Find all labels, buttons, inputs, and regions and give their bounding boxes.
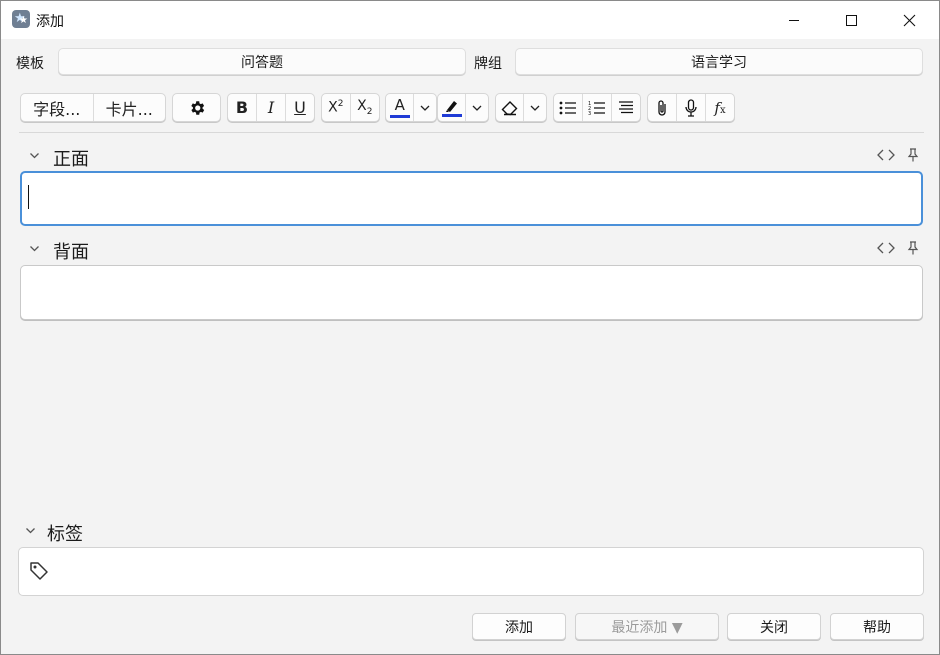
paperclip-icon (658, 99, 666, 116)
eraser-icon (501, 100, 518, 115)
numbered-list-icon: 1 2 3 (588, 101, 605, 115)
svg-text:3: 3 (588, 111, 591, 115)
fields-cards-group: 字段... 卡片... (20, 93, 166, 122)
underline-icon: U (294, 98, 306, 117)
chevron-down-icon[interactable] (29, 243, 40, 254)
history-button[interactable]: 最近添加 ▼ (575, 613, 719, 640)
math-button[interactable]: fx (706, 94, 734, 121)
add-button[interactable]: 添加 (472, 613, 566, 640)
superscript-button[interactable]: X2 (322, 94, 351, 121)
highlight-dropdown[interactable] (466, 94, 488, 121)
script-group: X2 X2 (321, 93, 380, 122)
attach-button[interactable] (648, 94, 677, 121)
maximize-icon (845, 14, 857, 26)
deck-label: 牌组 (474, 56, 502, 72)
function-icon: fx (714, 98, 726, 117)
text-color-button[interactable]: A (386, 94, 415, 121)
html-editor-icon[interactable] (877, 148, 895, 162)
text-caret (28, 185, 29, 209)
bullet-list-icon (559, 101, 576, 114)
text-color-group: A (385, 93, 437, 122)
remove-formatting-button[interactable] (496, 94, 525, 121)
highlight-color-swatch (441, 113, 462, 117)
tags-header[interactable]: 标签 (19, 519, 219, 545)
field-name-front: 正面 (53, 149, 89, 170)
settings-group (172, 93, 221, 122)
chevron-down-icon (420, 105, 430, 111)
italic-button[interactable]: I (257, 94, 286, 121)
notetype-selector[interactable]: 问答题 (58, 48, 466, 75)
list-group: 1 2 3 (553, 93, 641, 122)
text-style-group: B I U (227, 93, 315, 122)
window-title: 添加 (36, 14, 64, 30)
toolbar-separator (19, 132, 924, 133)
microphone-icon (685, 98, 697, 117)
text-color-dropdown[interactable] (414, 94, 436, 121)
chevron-down-icon (530, 105, 540, 111)
bold-button[interactable]: B (228, 94, 257, 121)
tags-label: 标签 (47, 524, 83, 545)
options-button[interactable] (173, 94, 220, 121)
close-window-button[interactable] (886, 1, 932, 39)
close-icon (903, 14, 915, 26)
title-bar[interactable]: ★ ★ 添加 (1, 1, 939, 39)
field-editor-back[interactable] (20, 265, 923, 320)
text-color-swatch (389, 114, 410, 118)
underline-button[interactable]: U (286, 94, 314, 121)
anki-app-icon: ★ ★ (12, 10, 30, 28)
media-group: fx (647, 93, 735, 122)
fields-button[interactable]: 字段... (21, 94, 94, 121)
highlighter-icon (445, 100, 457, 112)
chevron-down-icon[interactable] (25, 525, 36, 536)
italic-icon: I (267, 98, 275, 117)
chevron-down-icon (472, 105, 482, 111)
field-editor-front[interactable] (20, 171, 923, 226)
html-editor-icon[interactable] (877, 241, 895, 255)
field-name-back: 背面 (53, 242, 89, 263)
subscript-button[interactable]: X2 (351, 94, 379, 121)
maximize-button[interactable] (828, 1, 874, 39)
field-header-front[interactable]: 正面 (19, 144, 924, 170)
pin-icon[interactable] (907, 241, 919, 255)
record-audio-button[interactable] (677, 94, 706, 121)
eraser-group (495, 93, 547, 122)
tag-icon (30, 562, 48, 580)
minimize-button[interactable] (771, 1, 817, 39)
highlight-group (437, 93, 489, 122)
subscript-icon: X2 (357, 98, 373, 117)
pin-icon[interactable] (907, 148, 919, 162)
alignment-button[interactable] (612, 94, 640, 121)
help-button[interactable]: 帮助 (830, 613, 924, 640)
field-actions (877, 241, 919, 255)
tag-editor[interactable] (18, 547, 924, 596)
minimize-icon (789, 19, 799, 21)
text-color-icon: A (394, 95, 405, 114)
gear-icon (190, 100, 204, 115)
bold-icon: B (235, 98, 249, 117)
field-actions (877, 148, 919, 162)
eraser-dropdown[interactable] (524, 94, 546, 121)
align-icon (619, 101, 633, 114)
close-button[interactable]: 关闭 (727, 613, 821, 640)
add-note-window: ★ ★ 添加 模板 问答题 牌组 语言学习 字段... 卡片... B I U … (0, 0, 940, 655)
ordered-list-button[interactable]: 1 2 3 (583, 94, 612, 121)
highlight-button[interactable] (438, 94, 467, 121)
superscript-icon: X2 (328, 99, 344, 116)
notetype-label: 模板 (16, 56, 44, 72)
field-header-back[interactable]: 背面 (19, 237, 924, 263)
cards-button[interactable]: 卡片... (94, 94, 166, 121)
deck-selector[interactable]: 语言学习 (515, 48, 923, 75)
chevron-down-icon[interactable] (29, 150, 40, 161)
unordered-list-button[interactable] (554, 94, 583, 121)
